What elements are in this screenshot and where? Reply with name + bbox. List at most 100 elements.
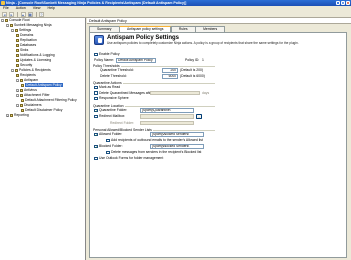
- folder-icon: [16, 58, 19, 62]
- folder-icon: [15, 68, 18, 72]
- folder-icon: [16, 43, 19, 47]
- tree-item-label: Notifications & Logging: [20, 53, 55, 57]
- allowed-folder-field[interactable]: [Spam]\Allowed Senders\: [150, 132, 204, 137]
- add-recipients-label: Add recipients of outbound emails to the…: [111, 138, 203, 143]
- tree-item[interactable]: + Reporting: [0, 113, 85, 118]
- redirect-mailbox-browse-button[interactable]: ...: [196, 114, 202, 120]
- window-controls: _ □ ×: [336, 1, 350, 5]
- tree-item-label: Default Disclaimer Policy: [25, 108, 63, 112]
- delete-threshold-field[interactable]: 6000: [162, 74, 178, 79]
- folder-icon: [16, 38, 19, 42]
- minimize-icon[interactable]: _: [336, 1, 340, 5]
- quarantine-actions-group: Quarantine Actions: [93, 81, 215, 86]
- tree-item-label: Console Root: [9, 18, 30, 22]
- policy-name-field[interactable]: Default Antispam Policy: [116, 58, 156, 63]
- folder-icon: [21, 98, 24, 102]
- folder-icon: [20, 103, 23, 107]
- blocked-folder-checkbox[interactable]: ✓: [94, 144, 98, 148]
- tree-item-label: Disclaimers: [24, 103, 42, 107]
- delete-after-days-field[interactable]: [150, 90, 200, 96]
- policy-icon: [94, 34, 104, 45]
- up-folder-icon[interactable]: ▴: [20, 12, 26, 17]
- forward-icon[interactable]: ▸: [9, 12, 14, 17]
- policy-id-value: 1: [202, 58, 204, 62]
- maximize-icon[interactable]: □: [341, 1, 345, 5]
- blocked-folder-label: Blocked Folder:: [99, 144, 123, 149]
- allowed-folder-label: Allowed Folder:: [99, 132, 123, 137]
- responsive-sphere-label: Responsive Sphere: [99, 96, 129, 101]
- tree-item-label: Policies & Recipients: [19, 68, 51, 72]
- folder-icon: [10, 23, 13, 27]
- tree-item-label: Security: [20, 63, 33, 67]
- details-pane: Default Antispam Policy Summary Antispam…: [87, 18, 351, 260]
- settings-description: Use antispam policies to completely cust…: [107, 40, 299, 45]
- add-recipients-checkbox[interactable]: [106, 138, 110, 142]
- policy-name-label: Policy Name:: [94, 58, 114, 62]
- close-icon[interactable]: ×: [346, 1, 350, 5]
- delete-after-label: Delete Quarantined Messages after:: [99, 90, 154, 95]
- quarantine-folder-checkbox[interactable]: ✓: [94, 108, 98, 112]
- redirect-mailbox-checkbox[interactable]: [94, 114, 98, 118]
- quarantine-threshold-label: Quarantine Threshold:: [100, 68, 134, 72]
- redirect-folder-field[interactable]: [140, 120, 194, 125]
- collapse-icon[interactable]: −: [6, 23, 9, 27]
- collapse-icon[interactable]: −: [16, 103, 19, 107]
- expand-icon[interactable]: +: [16, 88, 19, 92]
- delete-after-checkbox[interactable]: [94, 91, 98, 95]
- blocked-folder-field[interactable]: [Spam]\Blocked Senders\: [150, 144, 204, 149]
- folder-icon: [10, 113, 13, 117]
- collapse-icon[interactable]: −: [11, 28, 14, 32]
- toolbar-separator: [35, 12, 36, 17]
- allowed-folder-checkbox[interactable]: ✓: [94, 132, 98, 136]
- quarantine-threshold-default: (Default is 200): [180, 68, 203, 72]
- delete-blocked-checkbox[interactable]: [106, 150, 110, 154]
- mark-as-read-checkbox[interactable]: [94, 85, 98, 89]
- tree-item-label: Attachment Filter: [24, 93, 50, 97]
- tree-item-label: Default Antispam Policy: [25, 83, 63, 87]
- folder-icon: [20, 93, 23, 97]
- redirect-mailbox-field[interactable]: [140, 114, 194, 119]
- delete-after-days-unit: days: [202, 90, 210, 95]
- folder-icon: [16, 48, 19, 52]
- quarantine-folder-label: Quarantine Folder:: [99, 108, 128, 113]
- redirect-folder-label: Redirect Folder:: [110, 120, 135, 125]
- folder-icon: [16, 33, 19, 37]
- collapse-icon[interactable]: −: [11, 68, 14, 72]
- delete-threshold-label: Delete Threshold:: [100, 74, 127, 78]
- enable-policy-label: Enable Policy: [99, 52, 120, 57]
- folder-icon: [20, 78, 23, 82]
- enable-policy-checkbox[interactable]: [94, 52, 98, 56]
- delete-threshold-default: (Default is 6000): [180, 74, 205, 78]
- collapse-icon[interactable]: −: [1, 18, 4, 22]
- help-icon[interactable]: ?: [39, 12, 44, 17]
- folder-icon: [16, 73, 19, 77]
- tree-item-label: Sunbelt Messaging Ninja: [14, 23, 52, 27]
- delete-blocked-label: Delete messages from senders in the reci…: [111, 150, 202, 155]
- back-icon[interactable]: ◂: [2, 12, 7, 17]
- app-icon: [1, 1, 5, 5]
- tree-item-label: Recipients: [20, 73, 36, 77]
- settings-heading: Antispam Policy Settings: [107, 34, 180, 41]
- tree-item-label: Databases: [20, 43, 37, 47]
- tree-item-label: Reporting: [14, 113, 29, 117]
- tree-item-label: Domains: [20, 33, 34, 37]
- tree-item-label: Antispam: [24, 78, 39, 82]
- folder-icon: [5, 18, 8, 22]
- show-hide-tree-icon[interactable]: ▦: [27, 12, 33, 17]
- outlook-forms-label: Use Outlook Forms for folder management: [99, 156, 164, 161]
- responsive-sphere-checkbox[interactable]: [94, 96, 98, 100]
- quarantine-folder-field[interactable]: [Spam]\Quarantine\: [140, 108, 194, 113]
- collapse-icon[interactable]: −: [16, 93, 19, 97]
- quarantine-threshold-field[interactable]: 200: [162, 68, 178, 73]
- tree-item-label: Settings: [19, 28, 32, 32]
- folder-icon: [15, 28, 18, 32]
- folder-icon: [16, 53, 19, 57]
- folder-icon: [16, 63, 19, 67]
- redirect-mailbox-label: Redirect Mailbox:: [99, 114, 126, 119]
- tree-item-label: Antivirus: [24, 88, 38, 92]
- outlook-forms-checkbox[interactable]: [94, 156, 98, 160]
- console-tree: − Console Root − Sunbelt Messaging Ninja − Se…: [0, 18, 86, 260]
- folder-icon: [20, 88, 23, 92]
- expand-icon[interactable]: +: [6, 113, 9, 117]
- collapse-icon[interactable]: −: [16, 78, 19, 82]
